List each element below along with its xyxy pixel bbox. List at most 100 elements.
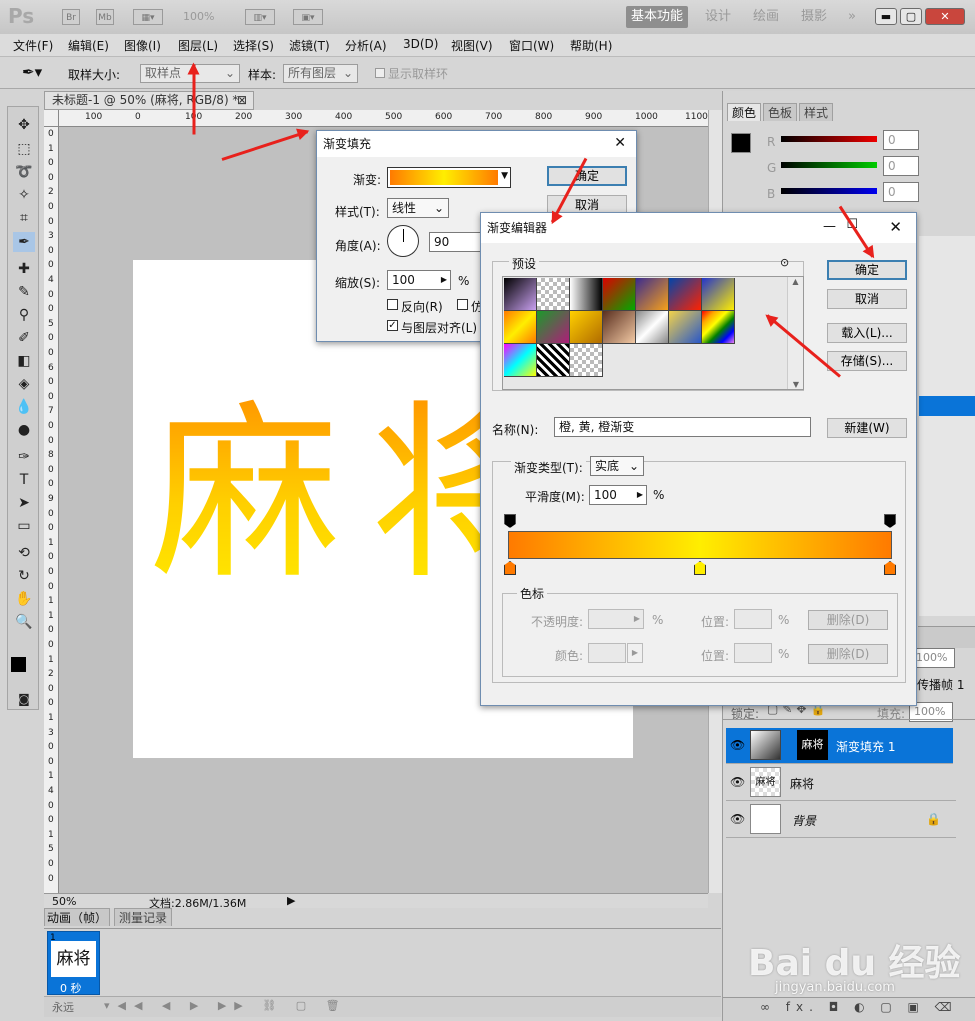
paint-bucket-icon[interactable]: ◈ — [13, 374, 35, 394]
workspace-design[interactable]: 设计 — [700, 6, 736, 28]
channel-b-slider[interactable] — [781, 188, 877, 194]
animation-frame[interactable]: 1 麻将 0 秒 — [47, 931, 100, 995]
frame-delay[interactable]: 0 秒 — [60, 980, 82, 996]
eye-icon[interactable]: 👁 — [730, 775, 745, 789]
quick-mask-icon[interactable]: ◙ — [13, 689, 35, 709]
minimize-button[interactable]: ▬ — [875, 8, 897, 25]
preset-swatch[interactable] — [537, 344, 570, 377]
minibridge-icon[interactable]: Mb — [96, 9, 114, 25]
preset-swatch[interactable] — [603, 311, 636, 344]
editor-ok-button[interactable]: 确定 — [827, 260, 907, 280]
preset-swatch[interactable] — [702, 278, 735, 311]
opacity-field[interactable]: 100% — [911, 648, 955, 668]
quick-select-icon[interactable]: ✧ — [13, 185, 35, 205]
tab-styles[interactable]: 样式 — [799, 103, 833, 121]
eye-icon[interactable]: 👁 — [730, 738, 745, 752]
menu-analysis[interactable]: 分析(A) — [345, 37, 387, 54]
brush-tool-icon[interactable]: ✎ — [13, 282, 35, 302]
zoom-level[interactable]: 100% — [183, 10, 214, 23]
menu-window[interactable]: 窗口(W) — [509, 37, 554, 54]
preset-swatch[interactable] — [504, 344, 537, 377]
menu-layer[interactable]: 图层(L) — [178, 37, 218, 54]
menu-3d[interactable]: 3D(D) — [403, 37, 438, 51]
foreground-color-swatch[interactable] — [11, 657, 26, 672]
status-arrow-icon[interactable]: ▶ — [287, 894, 295, 907]
save-button[interactable]: 存储(S)... — [827, 351, 907, 371]
tab-color[interactable]: 颜色 — [727, 103, 761, 121]
loop-select[interactable]: 永远 — [52, 999, 74, 1015]
playback-controls[interactable]: ▾◀◀ ◀ ▶ ▶▶ ⛓ ▢ 🗑 — [104, 999, 348, 1012]
menu-select[interactable]: 选择(S) — [233, 37, 274, 54]
preset-swatch[interactable] — [570, 344, 603, 377]
layer-name[interactable]: 麻将 — [790, 775, 814, 792]
preset-swatch[interactable] — [636, 311, 669, 344]
marquee-tool-icon[interactable]: ⬚ — [13, 139, 35, 159]
preset-swatch[interactable] — [669, 278, 702, 311]
close-button[interactable]: ✕ — [925, 8, 965, 25]
channel-g-slider[interactable] — [781, 162, 877, 168]
preset-swatch[interactable] — [504, 278, 537, 311]
gradient-preview-select[interactable]: ▼ — [387, 167, 511, 188]
maximize-button[interactable]: ▢ — [900, 8, 922, 25]
menu-image[interactable]: 图像(I) — [124, 37, 161, 54]
stamp-tool-icon[interactable]: ⚲ — [13, 305, 35, 325]
channel-r-slider[interactable] — [781, 136, 877, 142]
color-location-field[interactable] — [734, 643, 772, 663]
move-tool-icon[interactable]: ✥ — [13, 115, 35, 135]
show-ring-checkbox[interactable] — [375, 68, 385, 78]
stop-opacity-field[interactable]: ▶ — [588, 609, 644, 629]
eyedropper-icon[interactable]: ✒▾ — [22, 63, 42, 81]
pen-tool-icon[interactable]: ✑ — [13, 447, 35, 467]
type-select[interactable]: 实底 ⌄ — [590, 456, 644, 476]
channel-g-value[interactable]: 0 — [883, 156, 919, 176]
screen-mode-icon[interactable]: ▣▾ — [293, 9, 323, 25]
layer-name[interactable]: 渐变填充 1 — [836, 738, 895, 755]
propagate-frame[interactable]: 传播帧 1 — [917, 676, 964, 693]
layer-row-gradient[interactable]: 👁 麻将 渐变填充 1 — [726, 728, 953, 764]
preset-swatch[interactable] — [702, 311, 735, 344]
stop-color-arrow-icon[interactable]: ▶ — [627, 643, 643, 663]
eraser-tool-icon[interactable]: ◧ — [13, 351, 35, 371]
gradient-bar[interactable] — [508, 531, 892, 559]
healing-tool-icon[interactable]: ✚ — [13, 259, 35, 279]
tab-animation[interactable]: 动画（帧） — [44, 908, 110, 926]
delete-opacity-stop-button[interactable]: 删除(D) — [808, 610, 888, 630]
dodge-tool-icon[interactable]: ● — [13, 420, 35, 440]
arrange-icon[interactable]: ▥▾ — [245, 9, 275, 25]
crop-tool-icon[interactable]: ⌗ — [13, 208, 35, 228]
film-icon[interactable]: ▦▾ — [133, 9, 163, 25]
menu-file[interactable]: 文件(F) — [13, 37, 53, 54]
path-select-icon[interactable]: ➤ — [13, 493, 35, 513]
load-button[interactable]: 载入(L)... — [827, 323, 907, 343]
tab-swatches[interactable]: 色板 — [763, 103, 797, 121]
blur-tool-icon[interactable]: 💧 — [13, 397, 35, 417]
menu-edit[interactable]: 编辑(E) — [68, 37, 109, 54]
menu-filter[interactable]: 滤镜(T) — [289, 37, 330, 54]
scale-field[interactable]: 100 ▶ — [387, 270, 451, 290]
align-checkbox[interactable]: ✓ — [387, 320, 398, 331]
tab-measurement[interactable]: 测量记录 — [114, 908, 172, 926]
zoom-tool-icon[interactable]: 🔍 — [13, 612, 35, 632]
layer-name[interactable]: 背景 — [792, 812, 816, 829]
preset-swatch[interactable] — [570, 311, 603, 344]
opacity-location-field[interactable] — [734, 609, 772, 629]
eye-icon[interactable]: 👁 — [730, 812, 745, 826]
close-icon[interactable]: ✕ — [889, 218, 902, 236]
layer-row-text[interactable]: 👁 麻将 麻将 — [726, 765, 956, 801]
shape-tool-icon[interactable]: ▭ — [13, 516, 35, 536]
layers-bottom-toolbar[interactable]: ∞ fx. ◘ ◐ ▢ ▣ ⌫ — [760, 1000, 958, 1014]
hand-tool-icon[interactable]: ✋ — [13, 589, 35, 609]
status-zoom[interactable]: 50% — [52, 895, 76, 908]
stop-color-swatch[interactable] — [588, 643, 626, 663]
preset-swatch[interactable] — [537, 311, 570, 344]
gradient-fill-ok-button[interactable]: 确定 — [547, 166, 627, 186]
name-field[interactable]: 橙, 黄, 橙渐变 — [554, 417, 811, 437]
lasso-tool-icon[interactable]: ➰ — [13, 162, 35, 182]
dither-checkbox[interactable] — [457, 299, 468, 310]
3d-orbit-icon[interactable]: ↻ — [13, 566, 35, 586]
style-select[interactable]: 线性 ⌄ — [387, 198, 449, 218]
channel-b-value[interactable]: 0 — [883, 182, 919, 202]
bridge-icon[interactable]: Br — [62, 9, 80, 25]
angle-field[interactable]: 90 — [429, 232, 481, 252]
eyedropper-tool-icon[interactable]: ✒ — [13, 232, 35, 252]
